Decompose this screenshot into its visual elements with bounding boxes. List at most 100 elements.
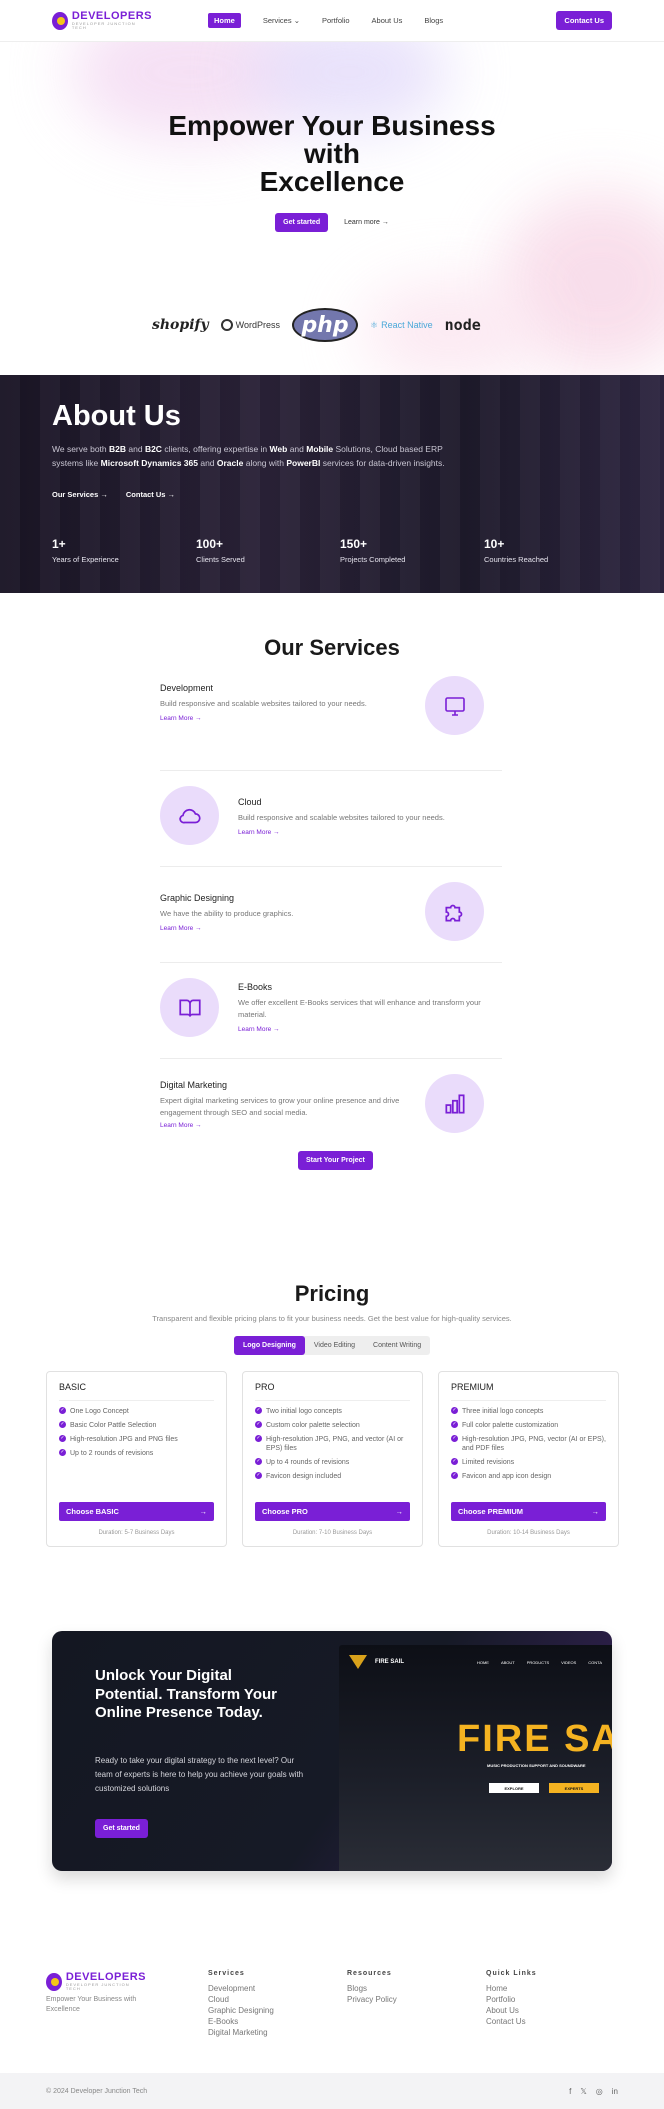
about-contact-link[interactable]: Contact Us → (126, 490, 175, 499)
feature-item: ✓ Limited revisions (451, 1458, 515, 1466)
service-development: Development Build responsive and scalabl… (160, 675, 502, 771)
feature-item: ✓ Up to 4 rounds of revisions (255, 1458, 350, 1466)
book-icon (160, 978, 219, 1037)
our-services-link[interactable]: Our Services → (52, 490, 108, 499)
pricing-title: Pricing (294, 1281, 370, 1306)
pricing-tabs: Logo Designing Video Editing Content Wri… (234, 1336, 431, 1355)
check-icon: ✓ (255, 1407, 262, 1414)
pricing-subtitle: Transparent and flexible pricing plans t… (152, 1314, 512, 1323)
cta-section: Unlock Your Digital Potential. Transform… (0, 1593, 664, 1957)
footer-link[interactable]: Privacy Policy (347, 1994, 397, 2005)
feature-item: ✓ High-resolution JPG and PNG files (59, 1435, 178, 1443)
stats-row: 1+ Years of Experience 100+ Clients Served… (52, 537, 628, 564)
cta-title: Unlock Your Digital Potential. Transform… (95, 1667, 277, 1721)
twitter-icon[interactable]: 𝕏 (580, 2087, 586, 2096)
logo-text: DEVELOPERS DEVELOPER JUNCTION TECH (71, 10, 152, 30)
about-title: About Us (52, 400, 181, 432)
linkedin-icon[interactable]: in (612, 2087, 618, 2096)
feature-item: ✓ High-resolution JPG, PNG, and vector (A… (255, 1435, 404, 1452)
facebook-icon[interactable]: f (569, 2087, 571, 2096)
footer-link[interactable]: Portfolio (486, 1994, 537, 2005)
monitor-icon (425, 676, 484, 735)
learn-more-link[interactable]: Learn More → (160, 715, 202, 722)
nav-home[interactable]: Home (208, 13, 241, 28)
footer-link[interactable]: Graphic Designing (208, 2005, 274, 2016)
footer-link[interactable]: Home (486, 1983, 537, 1994)
footer-link[interactable]: Cloud (208, 1994, 274, 2005)
stat-item: 100+ Clients Served (196, 537, 245, 564)
check-icon: ✓ (255, 1458, 262, 1465)
hero-title: Empower Your Business with Excellence (168, 110, 496, 197)
footer-logo[interactable]: DEVELOPERS DEVELOPER JUNCTION TECH (46, 1972, 146, 1991)
brand-logo[interactable]: DEVELOPERS DEVELOPER JUNCTION TECH (52, 11, 152, 30)
php-logo: php (292, 308, 359, 342)
feature-item: ✓ Custom color palette selection (255, 1421, 360, 1429)
check-icon: ✓ (255, 1435, 262, 1442)
react-native-logo: ⚛ React Native (370, 319, 433, 331)
get-started-button[interactable]: Get started (275, 213, 329, 232)
arrow-right-icon: → (591, 1507, 600, 1516)
top-navbar: DEVELOPERS DEVELOPER JUNCTION TECH Home … (0, 0, 664, 42)
services-section: Our Services Development Build responsiv… (0, 593, 664, 1213)
start-project-button[interactable]: Start Your Project (298, 1151, 373, 1170)
shopify-logo: shopify (152, 317, 209, 333)
copyright: © 2024 Developer Junction Tech (46, 2087, 148, 2095)
node-logo: node (444, 316, 481, 334)
feature-item: ✓ Two initial logo concepts (255, 1407, 342, 1415)
hero-section: Empower Your Business with Excellence Ge… (0, 42, 664, 375)
cta-get-started-button[interactable]: Get started (95, 1819, 148, 1838)
tab-content-writing[interactable]: Content Writing (364, 1336, 430, 1355)
check-icon: ✓ (255, 1421, 262, 1428)
nav-blogs[interactable]: Blogs (424, 16, 443, 25)
learn-more-link[interactable]: Learn More → (160, 925, 202, 932)
learn-more-link[interactable]: Learn more → (344, 219, 389, 226)
check-icon: ✓ (59, 1435, 66, 1442)
bar-chart-icon (425, 1074, 484, 1133)
contact-us-button[interactable]: Contact Us (556, 11, 612, 30)
feature-item: ✓ Favicon and app icon design (451, 1472, 552, 1480)
footer: DEVELOPERS DEVELOPER JUNCTION TECH Empowe… (0, 1957, 664, 2073)
gear-logo-icon (46, 1972, 62, 1991)
footer-link[interactable]: Blogs (347, 1983, 397, 1994)
check-icon: ✓ (59, 1421, 66, 1428)
choose-pro-button[interactable]: Choose PRO → (255, 1502, 410, 1521)
tab-video-editing[interactable]: Video Editing (305, 1336, 364, 1355)
check-icon: ✓ (451, 1421, 458, 1428)
service-graphic-designing: Graphic Designing We have the ability to… (160, 867, 502, 963)
service-cloud: Cloud Build responsive and scalable webs… (160, 771, 502, 867)
puzzle-icon (425, 882, 484, 941)
choose-basic-button[interactable]: Choose BASIC → (59, 1502, 214, 1521)
stat-item: 150+ Projects Completed (340, 537, 406, 564)
feature-item: ✓ Full color palette customization (451, 1421, 559, 1429)
service-ebooks: E-Books We offer excellent E-Books servi… (160, 963, 502, 1059)
cloud-icon (160, 786, 219, 845)
chevron-down-icon: ⌄ (293, 16, 300, 25)
footer-col-services: Services Development Cloud Graphic Desig… (208, 1970, 274, 2038)
learn-more-link[interactable]: Learn More → (160, 1122, 202, 1129)
feature-item: ✓ Three initial logo concepts (451, 1407, 544, 1415)
footer-col-resources: Resources Blogs Privacy Policy (347, 1970, 397, 2005)
feature-item: ✓ Favicon design included (255, 1472, 342, 1480)
atom-icon: ⚛ (370, 319, 379, 330)
cta-card: Unlock Your Digital Potential. Transform… (52, 1631, 612, 1871)
check-icon: ✓ (451, 1407, 458, 1414)
cta-text: Ready to take your digital strategy to t… (95, 1756, 304, 1793)
footer-link[interactable]: Contact Us (486, 2016, 537, 2027)
feature-item: ✓ Basic Color Pattle Selection (59, 1421, 157, 1429)
services-title: Our Services (264, 635, 400, 660)
footer-link[interactable]: E-Books (208, 2016, 274, 2027)
footer-link[interactable]: Digital Marketing (208, 2027, 274, 2038)
check-icon: ✓ (59, 1407, 66, 1414)
footer-link[interactable]: About Us (486, 2005, 537, 2016)
choose-premium-button[interactable]: Choose PREMIUM → (451, 1502, 606, 1521)
nav-services[interactable]: Services ⌄ (263, 16, 300, 25)
check-icon: ✓ (451, 1458, 458, 1465)
instagram-icon[interactable]: ◎ (596, 2087, 603, 2096)
nav-portfolio[interactable]: Portfolio (322, 16, 350, 25)
tab-logo-designing[interactable]: Logo Designing (234, 1336, 305, 1355)
footer-col-quick-links: Quick Links Home Portfolio About Us Cont… (486, 1970, 537, 2027)
learn-more-link[interactable]: Learn More → (238, 1026, 280, 1033)
footer-link[interactable]: Development (208, 1983, 274, 1994)
learn-more-link[interactable]: Learn More → (238, 829, 280, 836)
nav-about[interactable]: About Us (372, 16, 403, 25)
